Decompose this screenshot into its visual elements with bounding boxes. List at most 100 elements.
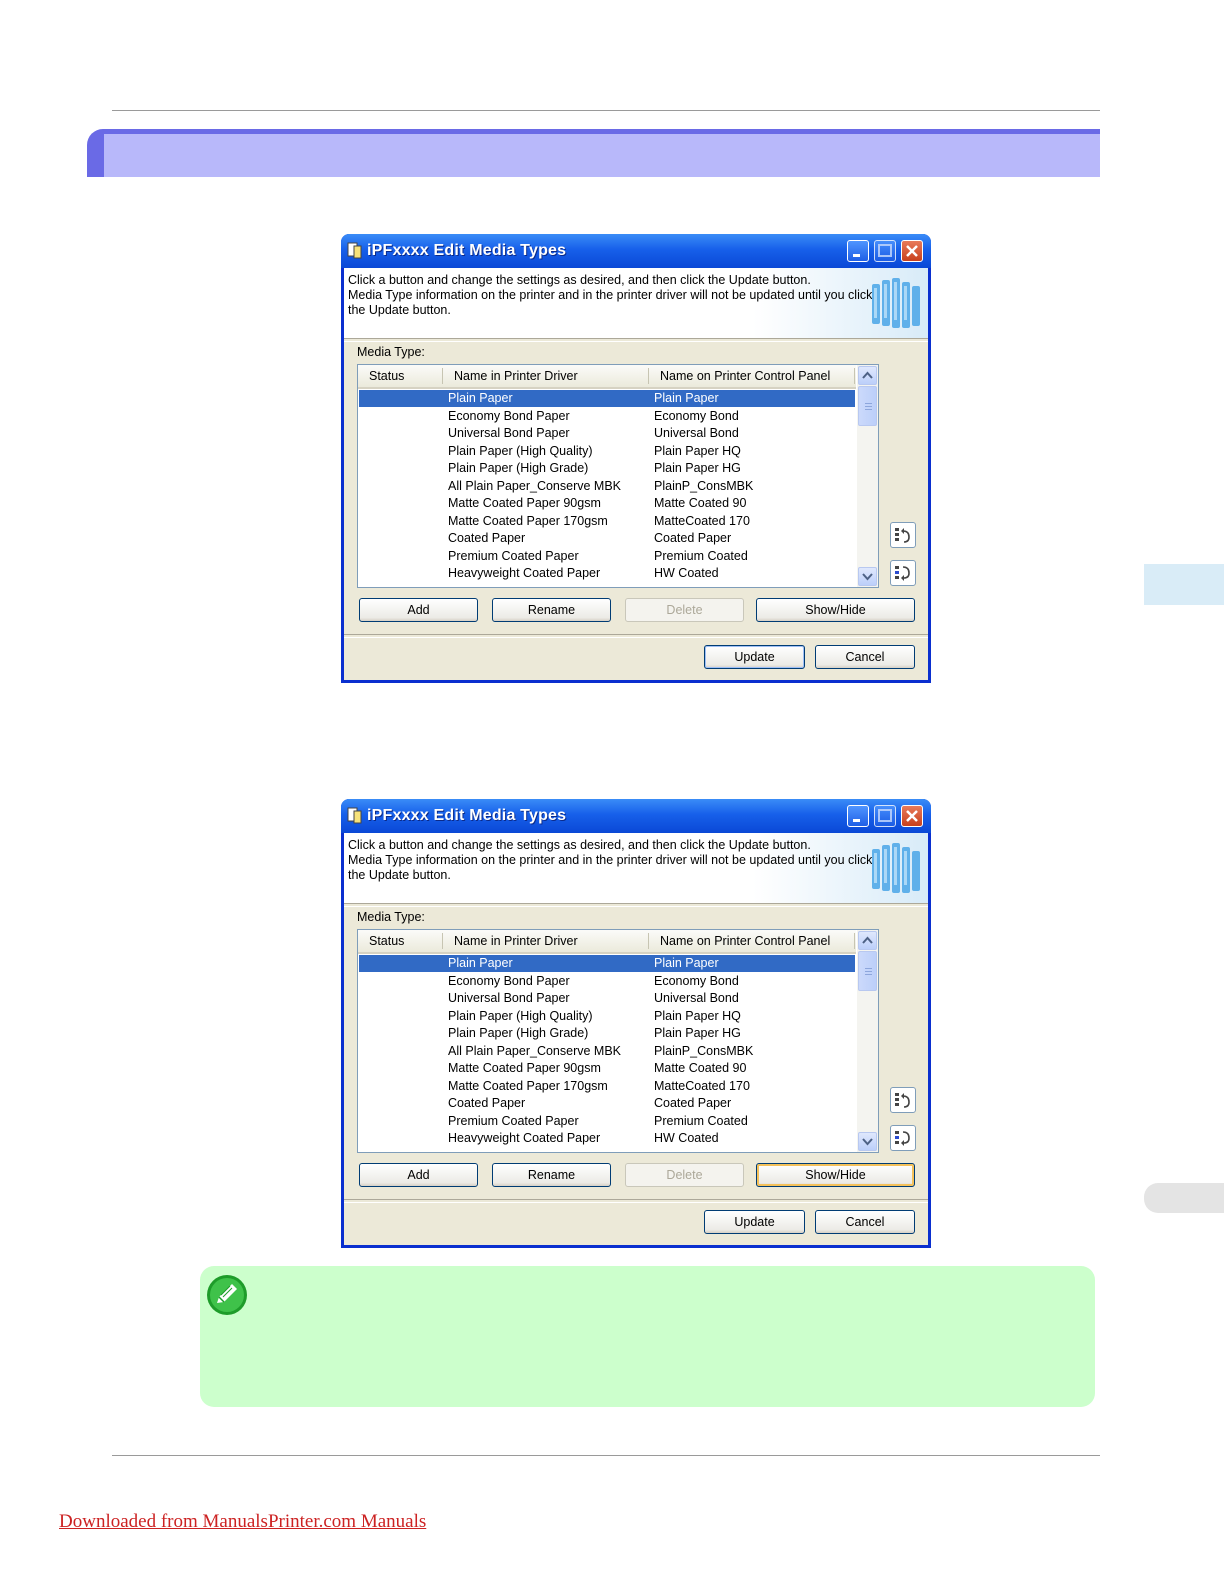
top-rule: [112, 110, 1100, 111]
close-icon: [906, 810, 918, 822]
column-driver-name[interactable]: Name in Printer Driver: [454, 934, 578, 948]
vertical-scrollbar[interactable]: [857, 930, 878, 1152]
dialog-title: iPFxxxx Edit Media Types: [367, 242, 567, 259]
scroll-up-button[interactable]: [858, 931, 877, 950]
table-row[interactable]: Plain Paper Plain Paper: [359, 955, 855, 972]
minimize-button[interactable]: [847, 805, 869, 827]
vertical-scrollbar[interactable]: [857, 365, 878, 587]
table-row[interactable]: Plain Paper (High Quality) Plain Paper H…: [359, 443, 855, 460]
printer-graphic-icon: [872, 843, 920, 893]
table-row[interactable]: Matte Coated Paper 170gsm MatteCoated 17…: [359, 513, 855, 530]
media-type-list[interactable]: Status Name in Printer Driver Name on Pr…: [357, 364, 879, 588]
table-row[interactable]: Premium Coated Paper Premium Coated: [359, 1113, 855, 1130]
panel-name-cell: Plain Paper HQ: [654, 1008, 741, 1023]
driver-name-cell: Premium Coated Paper: [448, 548, 579, 563]
chapter-tab: [1144, 564, 1224, 605]
panel-name-cell: Universal Bond: [654, 991, 739, 1005]
maximize-button[interactable]: [874, 805, 896, 827]
index-tab: [1144, 1183, 1224, 1213]
driver-name-cell: Matte Coated Paper 170gsm: [448, 1078, 608, 1093]
section-heading-bar: [87, 129, 1100, 177]
table-row[interactable]: Heavyweight Coated Paper HW Coated: [359, 565, 855, 582]
driver-name-cell: Economy Bond Paper: [448, 408, 570, 423]
show-hide-button[interactable]: Show/Hide: [756, 598, 915, 622]
table-row[interactable]: All Plain Paper_Conserve MBK PlainP_Cons…: [359, 1043, 855, 1060]
panel-name-cell: Matte Coated 90: [654, 496, 747, 510]
button-separator: [344, 634, 928, 638]
update-button[interactable]: Update: [704, 1210, 805, 1234]
footer-link[interactable]: Downloaded from ManualsPrinter.com Manua…: [59, 1511, 426, 1533]
panel-name-cell: MatteCoated 170: [654, 513, 750, 528]
table-row[interactable]: Plain Paper (High Grade) Plain Paper HG: [359, 1025, 855, 1042]
table-row[interactable]: Plain Paper (High Quality) Plain Paper H…: [359, 1008, 855, 1025]
chevron-up-icon: [862, 371, 873, 379]
scroll-thumb[interactable]: [858, 386, 877, 426]
pencil-note-icon: [207, 1275, 247, 1315]
scroll-up-button[interactable]: [858, 366, 877, 385]
table-row[interactable]: Economy Bond Paper Economy Bond: [359, 973, 855, 990]
update-button[interactable]: Update: [704, 645, 805, 669]
note-box: [200, 1266, 1095, 1407]
table-row[interactable]: Matte Coated Paper 90gsm Matte Coated 90: [359, 495, 855, 512]
table-row[interactable]: Universal Bond Paper Universal Bond: [359, 425, 855, 442]
column-status[interactable]: Status: [369, 369, 404, 383]
maximize-button[interactable]: [874, 240, 896, 262]
driver-name-cell: Heavyweight Coated Paper: [448, 566, 601, 580]
panel-name-cell: PlainP_ConsMBK: [654, 478, 754, 493]
table-row[interactable]: Universal Bond Paper Universal Bond: [359, 990, 855, 1007]
driver-name-cell: Plain Paper (High Grade): [448, 1026, 589, 1040]
column-driver-name[interactable]: Name in Printer Driver: [454, 369, 578, 383]
table-row[interactable]: Plain Paper Plain Paper: [359, 390, 855, 407]
edit-media-types-dialog: iPFxxxx Edit Media Types Click a button …: [341, 234, 931, 683]
table-row[interactable]: Plain Paper (High Grade) Plain Paper HG: [359, 460, 855, 477]
driver-name-cell: Matte Coated Paper 90gsm: [448, 496, 601, 510]
delete-button[interactable]: Delete: [625, 1163, 744, 1187]
move-up-button[interactable]: [890, 522, 916, 548]
cancel-button[interactable]: Cancel: [815, 1210, 915, 1234]
title-bar[interactable]: iPFxxxx Edit Media Types: [341, 799, 931, 833]
media-type-list[interactable]: Status Name in Printer Driver Name on Pr…: [357, 929, 879, 1153]
move-down-button[interactable]: [890, 1125, 916, 1151]
dialog-body: Click a button and change the settings a…: [344, 833, 928, 1245]
move-up-button[interactable]: [890, 1087, 916, 1113]
column-panel-name[interactable]: Name on Printer Control Panel: [660, 934, 830, 948]
close-button[interactable]: [901, 805, 923, 827]
rename-button[interactable]: Rename: [492, 598, 611, 622]
move-down-button[interactable]: [890, 560, 916, 586]
add-button[interactable]: Add: [359, 598, 478, 622]
close-button[interactable]: [901, 240, 923, 262]
cancel-button[interactable]: Cancel: [815, 645, 915, 669]
table-row[interactable]: Coated Paper Coated Paper: [359, 530, 855, 547]
table-row[interactable]: Coated Paper Coated Paper: [359, 1095, 855, 1112]
panel-name-cell: MatteCoated 170: [654, 1078, 750, 1093]
table-row[interactable]: All Plain Paper_Conserve MBK PlainP_Cons…: [359, 478, 855, 495]
panel-name-cell: Premium Coated: [654, 548, 748, 563]
edit-media-types-dialog: iPFxxxx Edit Media Types Click a button …: [341, 799, 931, 1248]
media-type-label: Media Type:: [357, 910, 425, 924]
driver-name-cell: Plain Paper (High Grade): [448, 461, 589, 475]
table-row[interactable]: Premium Coated Paper Premium Coated: [359, 548, 855, 565]
scroll-thumb[interactable]: [858, 951, 877, 991]
printer-app-icon: [347, 242, 362, 259]
rename-button[interactable]: Rename: [492, 1163, 611, 1187]
table-row[interactable]: Economy Bond Paper Economy Bond: [359, 408, 855, 425]
maximize-icon: [878, 809, 892, 822]
driver-name-cell: Plain Paper (High Quality): [448, 443, 593, 458]
add-button[interactable]: Add: [359, 1163, 478, 1187]
delete-button[interactable]: Delete: [625, 598, 744, 622]
table-row[interactable]: Matte Coated Paper 170gsm MatteCoated 17…: [359, 1078, 855, 1095]
minimize-button[interactable]: [847, 240, 869, 262]
column-panel-name[interactable]: Name on Printer Control Panel: [660, 369, 830, 383]
scroll-down-button[interactable]: [858, 1132, 877, 1151]
table-row[interactable]: Heavyweight Coated Paper HW Coated: [359, 1130, 855, 1147]
instruction-banner: Click a button and change the settings a…: [344, 268, 928, 338]
table-row[interactable]: Matte Coated Paper 90gsm Matte Coated 90: [359, 1060, 855, 1077]
show-hide-button[interactable]: Show/Hide: [756, 1163, 915, 1187]
media-type-label: Media Type:: [357, 345, 425, 359]
close-icon: [906, 245, 918, 257]
scroll-down-button[interactable]: [858, 567, 877, 586]
panel-name-cell: Premium Coated: [654, 1113, 748, 1128]
title-bar[interactable]: iPFxxxx Edit Media Types: [341, 234, 931, 268]
column-status[interactable]: Status: [369, 934, 404, 948]
move-down-icon: [895, 566, 910, 581]
